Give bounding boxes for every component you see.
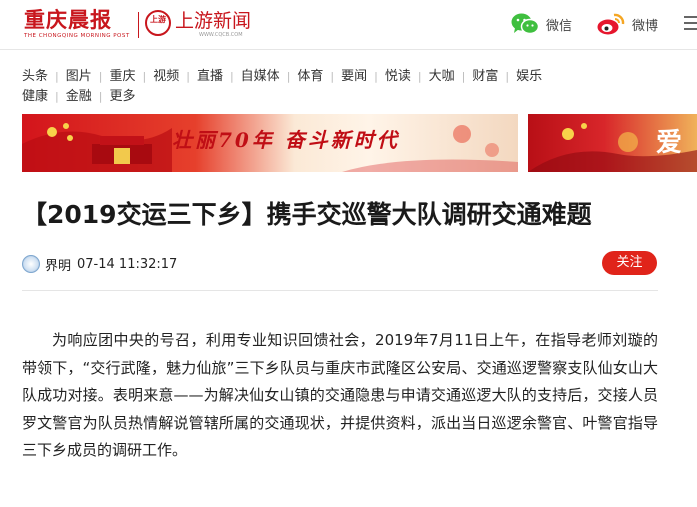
shangyou-seal-icon: 上游 xyxy=(145,10,171,36)
category-nav: 头条 | 图片 | 重庆 | 视频 | 直播 | 自媒体 | 体育 | 要闻 | 悦读 | 大咖 | 财富 | 娱乐 健康 |… xyxy=(0,58,697,110)
publish-time: 07-14 11:32:17 xyxy=(77,256,178,272)
share-wechat-button[interactable]: 微信 xyxy=(511,10,572,38)
nav-separator: | xyxy=(98,90,103,103)
nav-item[interactable]: 视频 xyxy=(153,68,179,86)
chongqing-morning-post-logo[interactable]: 重庆晨报 THE CHONGQING MORNING POST xyxy=(24,8,134,42)
nav-item[interactable]: 大咖 xyxy=(429,68,455,86)
nav-item[interactable]: 头条 xyxy=(22,68,48,86)
article-paragraph: 为响应团中央的号召，利用专业知识回馈社会，2019年7月11日上午，在指导老师刘… xyxy=(22,331,658,460)
nav-separator: | xyxy=(461,70,466,83)
article-title: 【2019交运三下乡】携手交巡警大队调研交通难题 xyxy=(22,200,592,229)
follow-button[interactable]: 关注 xyxy=(602,251,657,275)
nav-separator: | xyxy=(98,70,103,83)
nav-item[interactable]: 更多 xyxy=(109,88,135,106)
weibo-icon xyxy=(597,12,625,36)
share-weibo-label: 微博 xyxy=(632,18,659,34)
menu-icon[interactable] xyxy=(684,16,697,32)
nav-separator: | xyxy=(330,70,335,83)
nav-item[interactable]: 直播 xyxy=(197,68,223,86)
nav-separator: | xyxy=(505,70,510,83)
author-name[interactable]: 界明 xyxy=(45,255,71,274)
anniversary-banner[interactable]: 壮丽70年 奋斗新时代 xyxy=(22,114,518,172)
category-nav-row-1: 头条 | 图片 | 重庆 | 视频 | 直播 | 自媒体 | 体育 | 要闻 | 悦读 | 大咖 | 财富 | 娱乐 xyxy=(22,68,542,86)
shangyou-url: WWW.CQCB.COM xyxy=(199,32,243,38)
nav-item[interactable]: 娱乐 xyxy=(516,68,542,86)
nav-separator: | xyxy=(374,70,378,83)
category-nav-row-2: 健康 | 金融 | 更多 xyxy=(22,88,135,106)
promo-banner[interactable]: 爱 xyxy=(528,114,697,172)
nav-item[interactable]: 悦读 xyxy=(385,68,411,86)
brand-en: THE CHONGQING MORNING POST xyxy=(24,33,130,39)
brand-cn: 重庆晨报 xyxy=(24,7,112,32)
meta-divider xyxy=(22,290,658,291)
nav-item[interactable]: 体育 xyxy=(297,68,323,86)
nav-separator: | xyxy=(55,90,59,103)
nav-separator: | xyxy=(142,70,147,83)
share-wechat-label: 微信 xyxy=(546,18,573,34)
nav-item[interactable]: 重庆 xyxy=(109,68,135,86)
nav-item[interactable]: 财富 xyxy=(472,68,498,86)
logo-divider xyxy=(138,12,139,38)
nav-separator: | xyxy=(55,70,59,83)
site-header: 重庆晨报 THE CHONGQING MORNING POST 上游 上游新闻 … xyxy=(0,0,697,50)
nav-separator: | xyxy=(286,70,291,83)
shangyou-name: 上游新闻 xyxy=(175,10,252,32)
nav-separator: | xyxy=(417,70,422,83)
nav-item[interactable]: 自媒体 xyxy=(241,68,280,86)
nav-item[interactable]: 金融 xyxy=(66,88,92,106)
promo-text: 爱 xyxy=(656,128,683,158)
wechat-icon xyxy=(511,13,540,35)
share-weibo-button[interactable]: 微博 xyxy=(597,10,658,38)
banner-slogan: 壮丽70年 奋斗新时代 xyxy=(172,128,400,152)
article-meta: 界明 07-14 11:32:17 xyxy=(22,252,177,276)
nav-item[interactable]: 要闻 xyxy=(341,68,367,86)
nav-item[interactable]: 图片 xyxy=(66,68,92,86)
nav-item[interactable]: 健康 xyxy=(22,88,48,106)
nav-separator: | xyxy=(186,70,190,83)
author-avatar[interactable] xyxy=(22,255,40,273)
nav-separator: | xyxy=(229,70,234,83)
